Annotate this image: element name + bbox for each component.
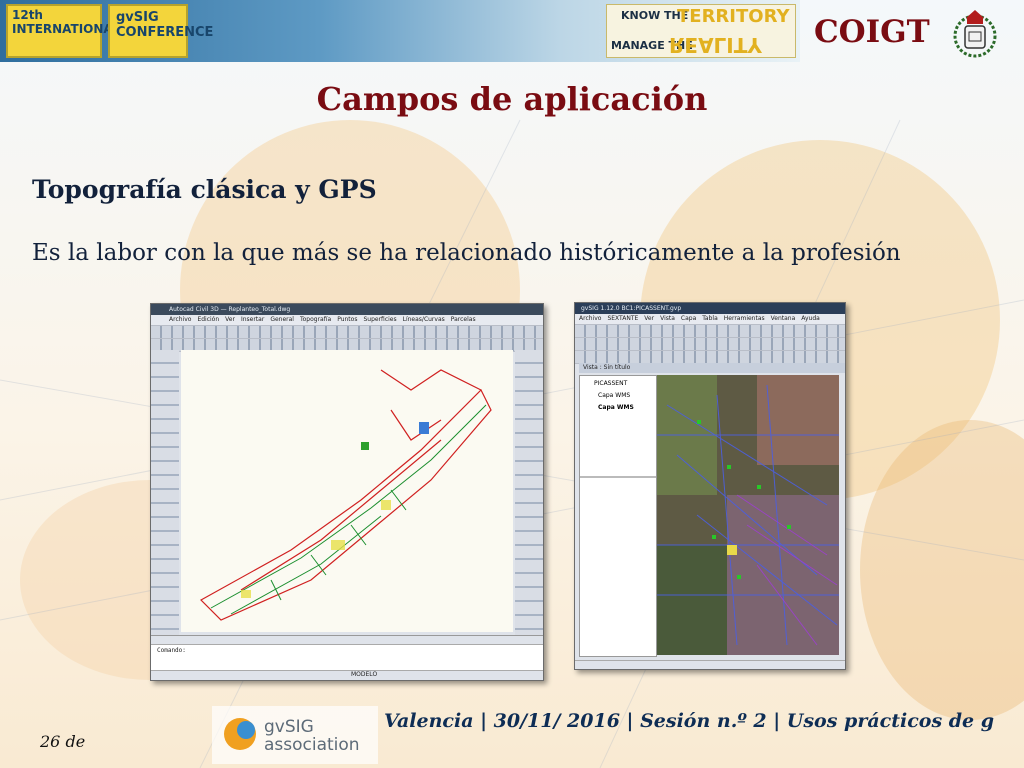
- cad-menu-item-6[interactable]: Puntos: [337, 316, 357, 323]
- toc-layer-picassent[interactable]: PICASSENT: [580, 376, 656, 389]
- cad-menu-item-7[interactable]: Superficies: [363, 316, 396, 323]
- cad-menu-item-4[interactable]: General: [270, 316, 294, 323]
- gvsig-map-canvas: [657, 375, 839, 655]
- cad-status-bar: MODELO: [151, 670, 543, 680]
- cad-menu-item-2[interactable]: Ver: [225, 316, 235, 323]
- gvsig-menubar: Archivo SEXTANTE Ver Vista Capa Tabla Herramie…: [575, 314, 845, 325]
- organization-name: COIGT: [814, 14, 930, 50]
- gvsig-menu-item-3[interactable]: Vista: [660, 315, 675, 322]
- gvsig-titlebar: gvSIG 1.12.0 BC1:PICASSENT.gvp: [575, 303, 845, 314]
- cad-right-toolbar: [515, 350, 543, 650]
- gvsig-view-titlebar: Vista : Sin título: [579, 363, 845, 373]
- cad-menu-item-0[interactable]: Archivo: [169, 316, 191, 323]
- cad-menu-item-3[interactable]: Insertar: [241, 316, 264, 323]
- gvsig-logo-icon: [224, 718, 256, 750]
- gvsig-conference-badge: gvSIG CONFERENCE: [108, 4, 213, 58]
- cad-menu-item-5[interactable]: Topografía: [300, 316, 331, 323]
- cad-screenshot: Autocad Civil 3D — Replanteo_Total.dwg A…: [150, 303, 544, 681]
- gvsig-menu-item-5[interactable]: Tabla: [702, 315, 718, 322]
- gvsig-menu-item-6[interactable]: Herramientas: [724, 315, 765, 322]
- gvsig-screenshot: gvSIG 1.12.0 BC1:PICASSENT.gvp Archivo SE…: [574, 302, 846, 670]
- gvsig-menu-item-7[interactable]: Ventana: [771, 315, 796, 322]
- toc-layer-wms[interactable]: Capa WMS: [580, 389, 656, 401]
- cad-titlebar: Autocad Civil 3D — Replanteo_Total.dwg: [151, 304, 543, 315]
- gvsig-association-logo: gvSIG association: [212, 706, 378, 764]
- cad-left-toolbar: [151, 350, 179, 650]
- section-heading: Topografía clásica y GPS: [32, 175, 377, 204]
- body-text: Es la labor con la que más se ha relacio…: [32, 240, 901, 266]
- slide-title: Campos de aplicación: [316, 80, 708, 118]
- footer-event-info: Valencia | 30/11/ 2016 | Sesión n.º 2 | …: [384, 710, 995, 732]
- cad-menubar: Archivo Edición Ver Insertar General Topograf…: [151, 315, 543, 326]
- cad-menu-item-9[interactable]: Parcelas: [451, 316, 476, 323]
- cad-command-line[interactable]: Comando: MODELO: [151, 635, 543, 680]
- toc-layer-wms-2[interactable]: Capa WMS: [580, 401, 656, 413]
- gvsig-toc: PICASSENT Capa WMS Capa WMS: [579, 375, 657, 657]
- cad-drawing-canvas: [181, 350, 513, 632]
- conference-banner: 12th INTERNATIONAL gvSIG CONFERENCE KNOW…: [0, 0, 800, 62]
- gvsig-menu-item-2[interactable]: Ver: [644, 315, 654, 322]
- gvsig-menu-item-1[interactable]: SEXTANTE: [607, 315, 638, 322]
- page-number: 26 de: [40, 732, 86, 751]
- cad-menu-item-8[interactable]: Líneas/Curvas: [403, 316, 445, 323]
- cad-menu-item-1[interactable]: Edición: [197, 316, 219, 323]
- coat-of-arms-icon: [953, 10, 997, 58]
- gvsig-status-bar: [575, 660, 845, 669]
- gvsig-menu-item-4[interactable]: Capa: [681, 315, 696, 322]
- gvsig-menu-item-8[interactable]: Ayuda: [801, 315, 820, 322]
- gvsig-menu-item-0[interactable]: Archivo: [579, 315, 601, 322]
- conference-edition-badge: 12th INTERNATIONAL: [6, 4, 120, 58]
- conference-slogan: KNOW THE TERRITORY MANAGE THE REALITY: [606, 4, 796, 58]
